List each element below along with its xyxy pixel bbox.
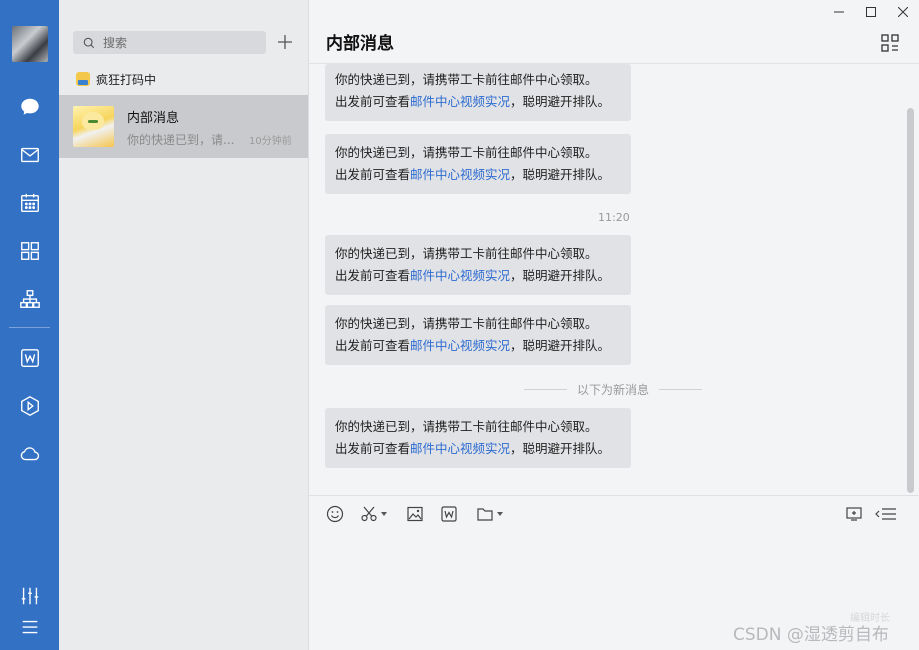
message-timestamp: 11:20 — [598, 211, 630, 224]
minimize-button[interactable] — [823, 0, 855, 24]
chevron-down-icon[interactable] — [381, 512, 387, 516]
video-link[interactable]: 邮件中心视频实况 — [410, 441, 510, 456]
video-link[interactable]: 邮件中心视频实况 — [410, 268, 510, 283]
file-button[interactable] — [476, 503, 503, 525]
cloud-icon[interactable] — [0, 439, 59, 469]
compose-input[interactable] — [323, 534, 903, 634]
conversation-avatar — [73, 106, 114, 147]
message-bubble[interactable]: 你的快递已到，请携带工卡前往邮件中心领取。 出发前可查看邮件中心视频实况，聪明避… — [325, 64, 631, 121]
message-line: 你的快递已到，请携带工卡前往邮件中心领取。 — [335, 316, 598, 331]
message-text: ，聪明避开排队。 — [510, 338, 611, 353]
search-icon — [83, 37, 95, 49]
message-text: 出发前可查看 — [335, 338, 411, 353]
add-button[interactable] — [274, 31, 296, 53]
conversation-list-panel: 疯狂打码中 内部消息 你的快递已到，请... 10分钟前 — [59, 0, 309, 650]
message-history-button[interactable] — [875, 503, 897, 525]
doc-w-icon — [441, 506, 457, 522]
message-text: ，聪明避开排队。 — [510, 441, 611, 456]
message-bubble[interactable]: 你的快递已到，请携带工卡前往邮件中心领取。 出发前可查看邮件中心视频实况，聪明避… — [325, 408, 631, 468]
screenshot-button[interactable] — [360, 503, 387, 525]
watermark: CSDN @湿透剪自布 — [733, 625, 889, 645]
new-messages-label: 以下为新消息 — [577, 382, 650, 397]
maximize-button[interactable] — [855, 0, 887, 24]
conversation-item[interactable]: 内部消息 你的快递已到，请... 10分钟前 — [59, 95, 308, 158]
video-link[interactable]: 邮件中心视频实况 — [410, 94, 510, 109]
message-text: 出发前可查看 — [335, 167, 411, 182]
close-button[interactable] — [887, 0, 919, 24]
chat-title: 内部消息 — [326, 34, 394, 54]
message-text: ，聪明避开排队。 — [510, 167, 611, 182]
message-line: 你的快递已到，请携带工卡前往邮件中心领取。 — [335, 145, 598, 160]
conversation-name: 内部消息 — [127, 111, 180, 126]
calendar-icon[interactable] — [0, 188, 59, 218]
message-line: 你的快递已到，请携带工卡前往邮件中心领取。 — [335, 72, 598, 87]
apps-icon[interactable] — [0, 236, 59, 266]
screen-share-button[interactable] — [845, 503, 863, 525]
message-scrollbar[interactable] — [907, 108, 914, 493]
plus-icon — [278, 35, 292, 49]
doc-w-icon[interactable] — [0, 343, 59, 373]
message-text: ，聪明避开排队。 — [510, 268, 611, 283]
conversation-time: 10分钟前 — [249, 136, 292, 147]
message-line: 你的快递已到，请携带工卡前往邮件中心领取。 — [335, 419, 598, 434]
folder-icon — [477, 508, 493, 521]
message-line: 出发前可查看邮件中心视频实况，聪明避开排队。 — [335, 438, 621, 460]
emoji-icon — [326, 505, 344, 523]
org-chart-icon[interactable] — [0, 284, 59, 314]
conversation-preview: 你的快递已到，请... — [127, 133, 235, 147]
menu-icon[interactable] — [0, 612, 59, 642]
settings-sliders-icon[interactable] — [0, 581, 59, 611]
image-button[interactable] — [406, 503, 424, 525]
image-icon — [407, 506, 423, 522]
divider-line — [524, 388, 567, 390]
message-bubble[interactable]: 你的快递已到，请携带工卡前往邮件中心领取。 出发前可查看邮件中心视频实况，聪明避… — [325, 134, 631, 194]
minimize-icon — [834, 11, 844, 13]
message-text: 出发前可查看 — [335, 268, 411, 283]
emoji-button[interactable] — [326, 503, 344, 525]
document-button[interactable] — [440, 503, 458, 525]
message-area: 你的快递已到，请携带工卡前往邮件中心领取。 出发前可查看邮件中心视频实况，聪明避… — [309, 64, 909, 494]
maximize-icon — [866, 7, 876, 17]
video-link[interactable]: 邮件中心视频实况 — [410, 167, 510, 182]
search-box[interactable] — [73, 31, 266, 54]
chat-icon[interactable] — [0, 92, 59, 122]
message-line: 出发前可查看邮件中心视频实况，聪明避开排队。 — [335, 164, 621, 186]
close-icon — [898, 7, 908, 17]
rail-divider — [9, 327, 50, 328]
message-bubble[interactable]: 你的快递已到，请携带工卡前往邮件中心领取。 出发前可查看邮件中心视频实况，聪明避… — [325, 305, 631, 365]
new-messages-divider: 以下为新消息 — [524, 381, 703, 397]
compose-toolbar — [309, 500, 919, 528]
message-bubble[interactable]: 你的快递已到，请携带工卡前往邮件中心领取。 出发前可查看邮件中心视频实况，聪明避… — [325, 235, 631, 295]
user-status[interactable]: 疯狂打码中 — [76, 70, 156, 88]
mail-icon[interactable] — [0, 140, 59, 170]
status-text: 疯狂打码中 — [96, 72, 157, 87]
list-icon — [875, 508, 896, 520]
message-text: 出发前可查看 — [335, 94, 411, 109]
window-controls — [823, 0, 919, 24]
chat-panel: 内部消息 你的快递已到，请携带工卡前往邮件中心领取。 出发前可查看邮件中心视频实… — [309, 0, 919, 650]
divider-line — [659, 388, 703, 390]
chat-details-icon[interactable] — [881, 34, 899, 52]
drive-icon[interactable] — [0, 391, 59, 421]
video-link[interactable]: 邮件中心视频实况 — [410, 338, 510, 353]
input-divider — [309, 495, 919, 496]
user-avatar[interactable] — [12, 26, 48, 62]
message-line: 你的快递已到，请携带工卡前往邮件中心领取。 — [335, 246, 598, 261]
screen-share-icon — [846, 507, 862, 521]
message-text: 出发前可查看 — [335, 441, 411, 456]
message-text: ，聪明避开排队。 — [510, 94, 611, 109]
message-line: 出发前可查看邮件中心视频实况，聪明避开排队。 — [335, 335, 621, 357]
message-line: 出发前可查看邮件中心视频实况，聪明避开排队。 — [335, 265, 621, 287]
search-input[interactable] — [103, 33, 258, 52]
nav-rail — [0, 0, 59, 650]
message-line: 出发前可查看邮件中心视频实况，聪明避开排队。 — [335, 91, 621, 113]
chevron-down-icon[interactable] — [497, 512, 503, 516]
coder-emoji-icon — [76, 72, 90, 86]
scissors-icon — [361, 506, 377, 522]
